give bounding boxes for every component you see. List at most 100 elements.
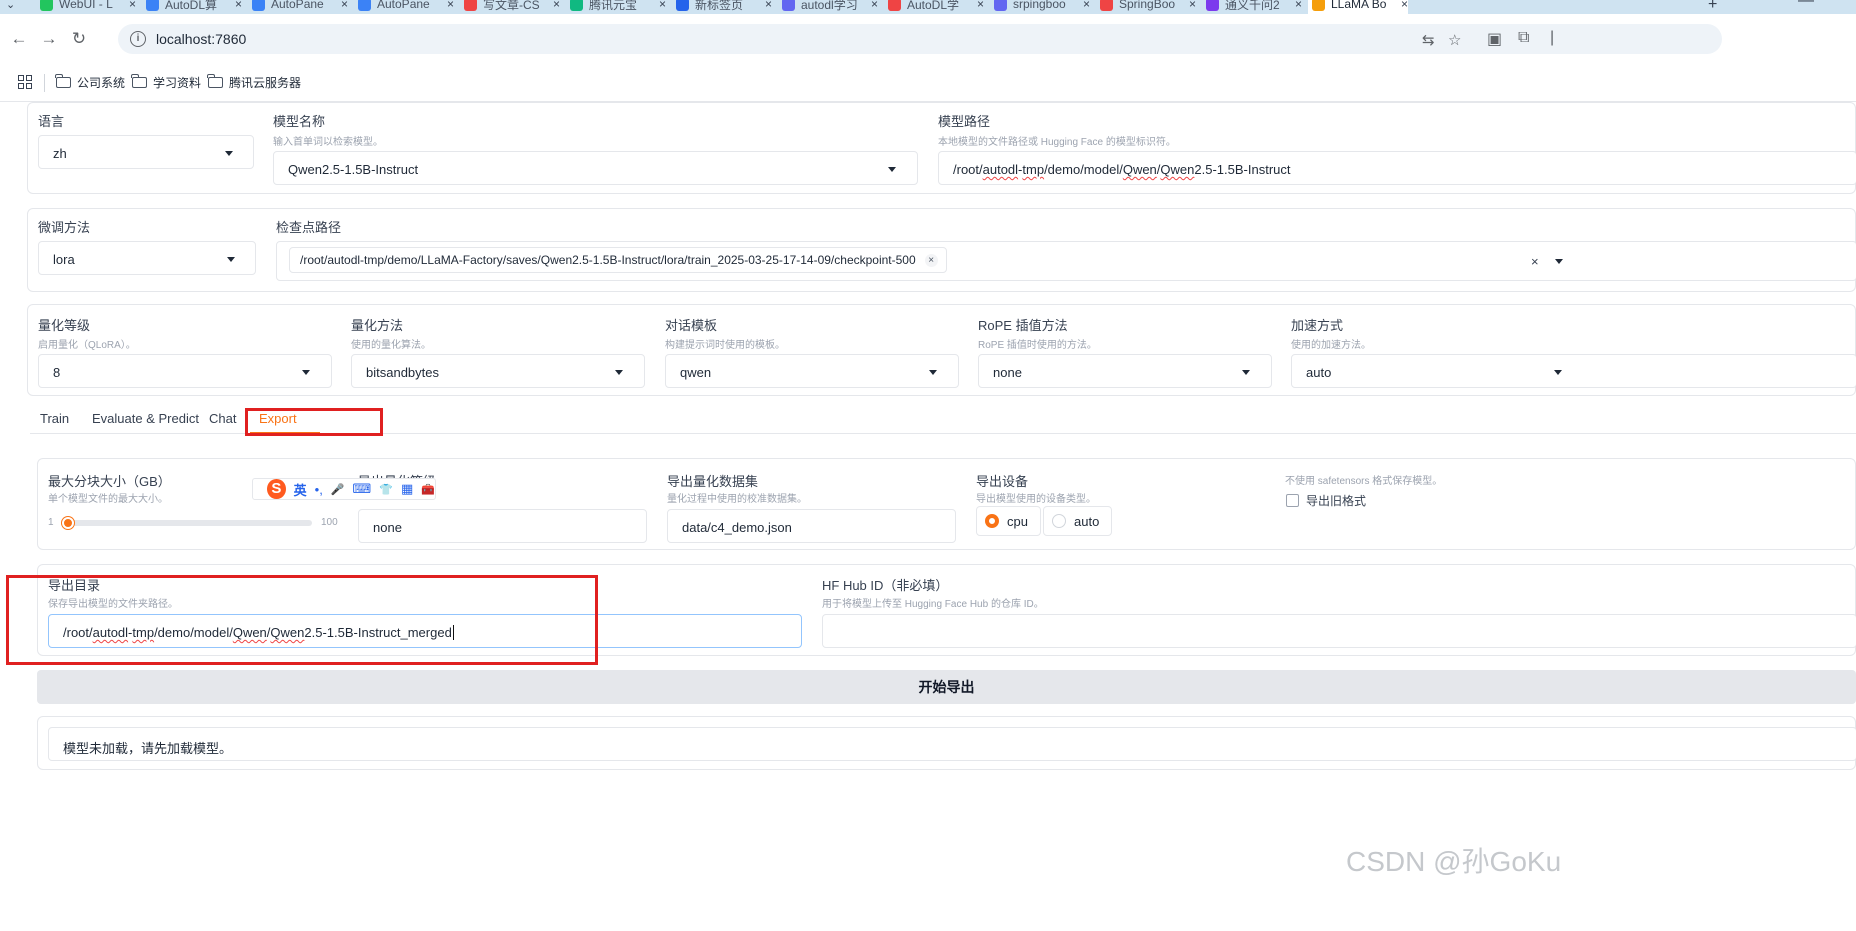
accel-hint: 使用的加速方法。: [1291, 340, 1371, 351]
bookmark-separator: [44, 74, 45, 92]
ime-toolbar[interactable]: S 英 •, 🎤 ⌨ 👕 ▦ 🧰: [252, 478, 436, 500]
radio-dot: [1052, 514, 1066, 528]
checkpoint-multiselect[interactable]: /root/autodl-tmp/demo/LLaMA-Factory/save…: [276, 241, 1856, 281]
tab-close-icon[interactable]: ×: [1077, 0, 1090, 11]
keyboard-icon[interactable]: ⌨: [353, 481, 372, 497]
device-radio-auto[interactable]: auto: [1043, 506, 1113, 536]
caret-down-icon: [1242, 370, 1250, 375]
template-dropdown[interactable]: qwen: [665, 354, 959, 388]
forward-button[interactable]: →: [36, 26, 62, 52]
output-block: 模型未加载，请先加载模型。: [37, 716, 1856, 770]
tab-close-icon[interactable]: ×: [547, 0, 560, 11]
apps-grid-icon[interactable]: [18, 75, 32, 89]
rope-dropdown[interactable]: none: [978, 354, 1272, 388]
accel-dropdown[interactable]: auto: [1291, 354, 1856, 388]
caret-down-icon: [929, 370, 937, 375]
caret-down-icon[interactable]: [1555, 259, 1563, 264]
model-path-input[interactable]: /root/autodl-tmp/demo/model/Qwen/Qwen2.5…: [938, 151, 1856, 185]
output-box[interactable]: 模型未加载，请先加载模型。: [48, 727, 1856, 761]
window-minimize-button[interactable]: —: [1798, 0, 1814, 10]
tab-favicon-icon: [570, 0, 583, 11]
quant-method-dropdown[interactable]: bitsandbytes: [351, 354, 645, 388]
device-radio-cpu[interactable]: cpu: [976, 506, 1041, 536]
sidebar-icon[interactable]: |: [1550, 29, 1554, 47]
hub-id-input[interactable]: [822, 614, 1856, 648]
tab-favicon-icon: [676, 0, 689, 11]
quant-method-hint: 使用的量化算法。: [351, 340, 431, 351]
microphone-icon[interactable]: 🎤: [331, 483, 345, 496]
tab-close-icon[interactable]: ×: [1289, 0, 1302, 11]
radio-dot: [985, 514, 999, 528]
browser-tab[interactable]: AutoPane ×: [354, 0, 454, 14]
tab-close-icon[interactable]: ×: [1183, 0, 1196, 11]
model-path-value: /root/autodl-tmp/demo/model/Qwen/Qwen2.5…: [953, 162, 1291, 177]
quant-level-hint: 启用量化（QLoRA）。: [38, 340, 136, 351]
tab-title: autodl学习: [801, 0, 858, 12]
browser-tab[interactable]: 通义千问2 ×: [1202, 0, 1302, 14]
clear-selection-icon[interactable]: ×: [1531, 254, 1539, 269]
language-label: 语言: [38, 114, 65, 129]
shard-size-min: 1: [48, 517, 54, 528]
tab-close-icon[interactable]: ×: [759, 0, 772, 11]
export-quant-dropdown[interactable]: none: [358, 509, 647, 543]
tab-close-icon[interactable]: ×: [335, 0, 348, 11]
quant-method-label: 量化方法: [351, 318, 404, 333]
punctuation-icon[interactable]: •,: [315, 482, 323, 497]
quant-level-label: 量化等级: [38, 318, 91, 333]
tab-evaluate-predict[interactable]: Evaluate & Predict: [92, 411, 199, 426]
browser-tab[interactable]: SpringBoo ×: [1096, 0, 1196, 14]
language-dropdown[interactable]: zh: [38, 135, 254, 169]
address-bar[interactable]: i localhost:7860 ⇆ ☆: [118, 24, 1722, 54]
tab-close-icon[interactable]: ×: [229, 0, 242, 11]
browser-tab[interactable]: 写文章-CS ×: [460, 0, 560, 14]
browser-tab[interactable]: AutoDL算 ×: [142, 0, 242, 14]
tab-close-icon[interactable]: ×: [653, 0, 666, 11]
finetune-block: 微调方法 lora 检查点路径 /root/autodl-tmp/demo/LL…: [27, 208, 1856, 292]
tab-close-icon[interactable]: ×: [123, 0, 136, 11]
legacy-format-checkbox[interactable]: [1286, 494, 1299, 507]
browser-tab[interactable]: 新标签页 ×: [672, 0, 772, 14]
profile-icon[interactable]: ▣: [1487, 29, 1502, 49]
translate-icon[interactable]: ⇆: [1422, 31, 1435, 49]
browser-tab[interactable]: srpingboo ×: [990, 0, 1090, 14]
tab-title: srpingboo: [1013, 0, 1066, 11]
tab-close-icon[interactable]: ×: [971, 0, 984, 11]
browser-tab[interactable]: AutoDL学 ×: [884, 0, 984, 14]
site-info-icon[interactable]: i: [130, 31, 146, 47]
bookmark-folder-tencent-cloud[interactable]: 腾讯云服务器: [207, 74, 301, 91]
caret-down-icon: [225, 151, 233, 156]
shard-size-slider[interactable]: [62, 517, 312, 529]
toolbox-icon[interactable]: 🧰: [421, 483, 435, 496]
quant-level-dropdown[interactable]: 8: [38, 354, 332, 388]
export-dataset-input[interactable]: data/c4_demo.json: [667, 509, 956, 543]
browser-tab[interactable]: 腾讯元宝 ×: [566, 0, 666, 14]
model-name-dropdown[interactable]: Qwen2.5-1.5B-Instruct: [273, 151, 918, 185]
output-text: 模型未加载，请先加载模型。: [63, 741, 233, 756]
tab-close-icon[interactable]: ×: [1395, 0, 1408, 11]
tab-train[interactable]: Train: [40, 411, 69, 426]
tab-close-icon[interactable]: ×: [441, 0, 454, 11]
skin-icon[interactable]: 👕: [379, 483, 393, 496]
bookmark-star-icon[interactable]: ☆: [1448, 31, 1461, 49]
bookmark-folder-company[interactable]: 公司系统: [55, 74, 125, 91]
browser-tab[interactable]: WebUI - L ×: [36, 0, 136, 14]
tab-title: 通义千问2: [1225, 0, 1280, 12]
reload-button[interactable]: ↻: [66, 26, 92, 52]
back-button[interactable]: ←: [6, 26, 32, 52]
new-tab-button[interactable]: +: [1708, 0, 1717, 14]
grid-icon[interactable]: ▦: [401, 481, 413, 497]
chip-remove-icon[interactable]: ×: [924, 254, 938, 267]
ime-mode-label[interactable]: 英: [294, 480, 307, 499]
browser-tab[interactable]: AutoPane ×: [248, 0, 348, 14]
browser-tab[interactable]: LLaMA Bo ×: [1308, 0, 1408, 14]
bookmark-folder-study[interactable]: 学习资料: [131, 74, 201, 91]
extensions-icon[interactable]: ⧉: [1518, 29, 1529, 47]
browser-tab[interactable]: autodl学习 ×: [778, 0, 878, 14]
start-export-button[interactable]: 开始导出: [37, 670, 1856, 704]
finetune-method-dropdown[interactable]: lora: [38, 241, 256, 275]
tab-close-icon[interactable]: ×: [865, 0, 878, 11]
slider-thumb[interactable]: [62, 517, 74, 529]
tab-search-button[interactable]: ⌄: [6, 0, 26, 14]
tab-title: 腾讯元宝: [589, 0, 638, 12]
tab-chat[interactable]: Chat: [209, 411, 236, 426]
